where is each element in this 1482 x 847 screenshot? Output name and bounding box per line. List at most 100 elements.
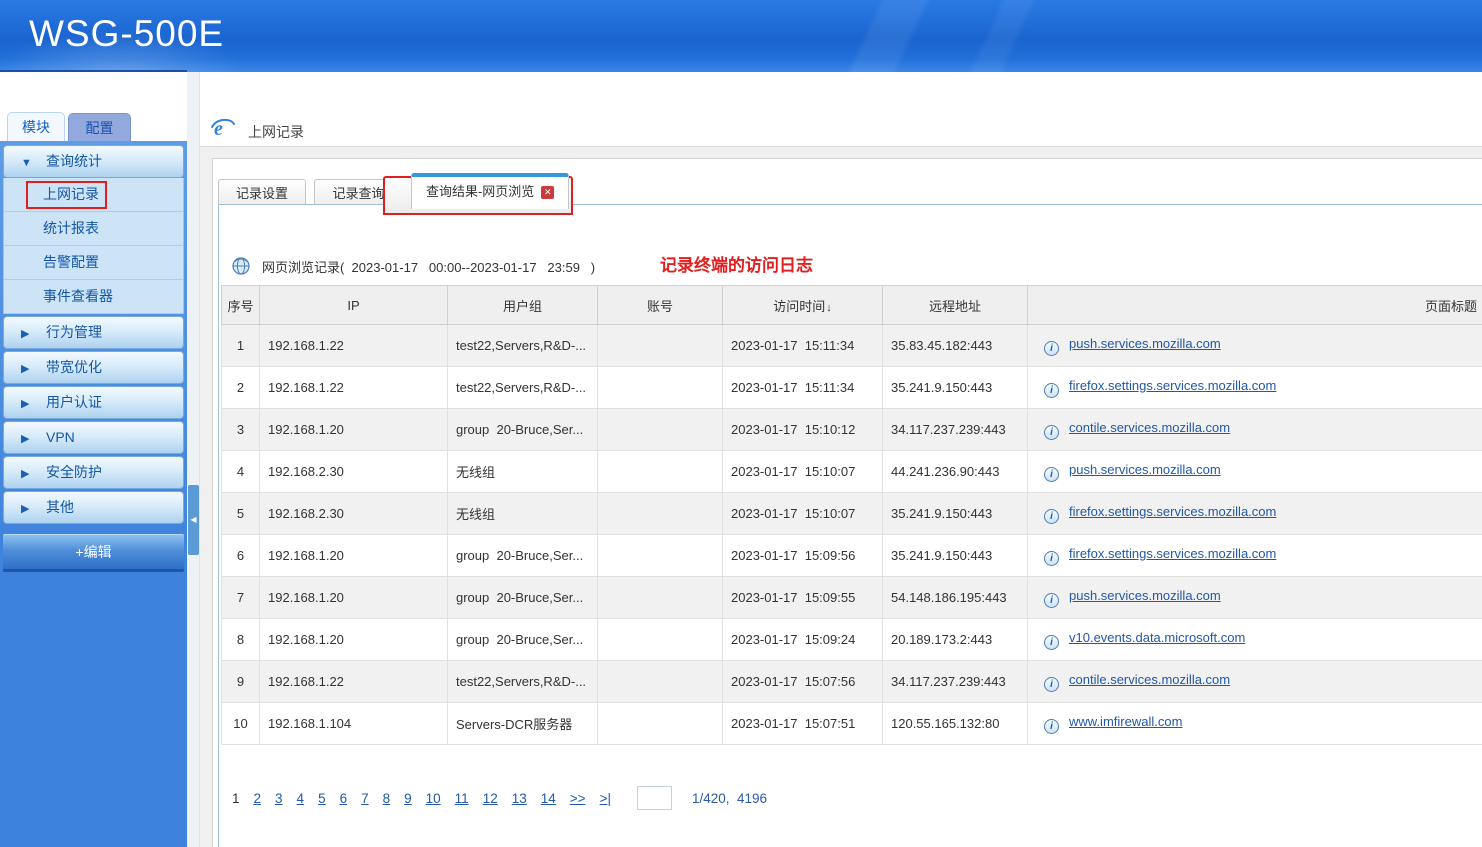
sidebar-group-label: 安全防护: [46, 464, 102, 480]
page-link[interactable]: 6: [340, 791, 348, 806]
col-header-page-title[interactable]: 页面标题: [1028, 286, 1482, 325]
cell-access-time: 2023-01-17 15:09:24: [723, 619, 883, 661]
page-title-link[interactable]: firefox.settings.services.mozilla.com: [1069, 504, 1276, 519]
page-link[interactable]: 12: [483, 791, 498, 806]
cell-page-title: i push.services.mozilla.com: [1028, 325, 1482, 367]
page-title-link[interactable]: push.services.mozilla.com: [1069, 462, 1221, 477]
table-body: 1 192.168.1.22 test22,Servers,R&D-... 20…: [222, 325, 1482, 745]
record-period-label: 网页浏览记录( 2023-01-17 00:00--2023-01-17 23:…: [262, 257, 595, 276]
page-title-link[interactable]: push.services.mozilla.com: [1069, 588, 1221, 603]
sidebar-item-internet-records[interactable]: 上网记录: [4, 178, 183, 212]
cell-ip: 192.168.1.20: [260, 619, 448, 661]
cell-user-group: group 20-Bruce,Ser...: [448, 409, 598, 451]
sidebar-tab-config[interactable]: 配置: [68, 113, 131, 141]
sidebar-group-query-stats[interactable]: ▼ 查询统计: [3, 145, 184, 178]
cell-account: [598, 535, 723, 577]
page-title-link[interactable]: contile.services.mozilla.com: [1069, 420, 1230, 435]
page-title: 上网记录: [248, 122, 304, 142]
page-link[interactable]: 10: [426, 791, 441, 806]
col-header-ip[interactable]: IP: [260, 286, 448, 325]
page-title-link[interactable]: v10.events.data.microsoft.com: [1069, 630, 1245, 645]
sidebar-group-label: 其他: [46, 499, 74, 515]
page-link[interactable]: 8: [383, 791, 391, 806]
sidebar-collapsed-groups: ▶行为管理 ▶带宽优化 ▶ 用户认证 ▶VPN ▶ 安全防护: [0, 316, 187, 524]
page-link[interactable]: 11: [455, 791, 469, 806]
sidebar-group-label: 查询统计: [46, 153, 102, 169]
sidebar-menu: ▼查询统计 上网记录 统计报表 告警配置 事件查看器 ▶行为管理 ▶带宽优化: [0, 141, 187, 847]
cell-ip: 192.168.1.20: [260, 535, 448, 577]
sidebar-group[interactable]: ▶其他: [3, 491, 184, 524]
sidebar-item-statistics-report[interactable]: 统计报表: [4, 212, 183, 246]
col-header-user-group[interactable]: 用户组: [448, 286, 598, 325]
sidebar-group-label: 带宽优化: [46, 359, 102, 375]
cell-remote-address: 35.241.9.150:443: [883, 493, 1028, 535]
page-link[interactable]: 4: [297, 791, 305, 806]
table-row: 8 192.168.1.20 group 20-Bruce,Ser... 202…: [222, 619, 1482, 661]
cell-user-group: test22,Servers,R&D-...: [448, 661, 598, 703]
page-link[interactable]: 3: [275, 791, 283, 806]
page-link[interactable]: >>: [570, 791, 586, 806]
globe-icon: [232, 257, 250, 275]
cell-account: [598, 703, 723, 745]
page-links: 1 2 3 4 5 6 7: [232, 791, 611, 806]
col-header-remote-address[interactable]: 远程地址: [883, 286, 1028, 325]
info-icon: i: [1044, 551, 1059, 566]
content-panel: 记录设置 记录查询 查询结果-网页浏览✕ 网页浏览记录( 2023-01-17 …: [212, 158, 1482, 847]
cell-ip: 192.168.1.20: [260, 577, 448, 619]
tab-label: 查询结果-网页浏览: [426, 184, 534, 199]
cell-page-title: iv10.events.data.microsoft.com: [1028, 619, 1482, 661]
page-title-link[interactable]: contile.services.mozilla.com: [1069, 672, 1230, 687]
sidebar-item-event-viewer[interactable]: 事件查看器: [4, 280, 183, 314]
close-tab-icon[interactable]: ✕: [541, 186, 554, 199]
sidebar-group[interactable]: ▶VPN: [3, 421, 184, 454]
cell-account: [598, 661, 723, 703]
page-title-link[interactable]: firefox.settings.services.mozilla.com: [1069, 546, 1276, 561]
triangle-right-icon: ▶: [21, 459, 35, 490]
cell-no: 3: [222, 409, 260, 451]
sidebar-collapse-handle[interactable]: ◀: [188, 485, 199, 555]
page-link[interactable]: 14: [541, 791, 556, 806]
sidebar-group[interactable]: ▶ 用户认证: [3, 386, 184, 419]
sidebar-group[interactable]: ▶带宽优化: [3, 351, 184, 384]
edit-button[interactable]: +编辑: [3, 534, 184, 572]
sidebar-tab-modules[interactable]: 模块: [7, 112, 65, 141]
page-link[interactable]: 13: [512, 791, 527, 806]
page-link[interactable]: 1: [232, 791, 240, 806]
page-status: 1/420, 4196: [692, 791, 767, 806]
records-table: 序号 IP 用户组 账号 访问时间↓ 远程地址 页面标题: [221, 285, 1482, 745]
page-number-input[interactable]: [637, 786, 672, 810]
cell-access-time: 2023-01-17 15:10:07: [723, 493, 883, 535]
page-title-link[interactable]: push.services.mozilla.com: [1069, 336, 1221, 351]
cell-user-group: test22,Servers,R&D-...: [448, 367, 598, 409]
cell-account: [598, 493, 723, 535]
sidebar-group[interactable]: ▶行为管理: [3, 316, 184, 349]
page-link[interactable]: >|: [600, 791, 611, 806]
cell-page-title: i contile.services.mozilla.com: [1028, 661, 1482, 703]
sidebar-group[interactable]: ▶ 安全防护: [3, 456, 184, 489]
sidebar-group-label: 用户认证: [46, 394, 102, 410]
cell-ip: 192.168.2.30: [260, 451, 448, 493]
page-link[interactable]: 5: [318, 791, 326, 806]
table-header-row: 序号 IP 用户组 账号 访问时间↓ 远程地址 页面标题: [222, 286, 1482, 325]
cell-account: [598, 451, 723, 493]
sidebar: 模块 配置 ▼ 查询统计 上网记录 统计报表 告警配置 事件查看器 ▶行为管理: [0, 72, 187, 847]
col-header-access-time[interactable]: 访问时间↓: [723, 286, 883, 325]
cell-access-time: 2023-01-17 15:10:12: [723, 409, 883, 451]
page-link[interactable]: 7: [361, 791, 369, 806]
page-title-link[interactable]: firefox.settings.services.mozilla.com: [1069, 378, 1276, 393]
sidebar-item-alarm-config[interactable]: 告警配置: [4, 246, 183, 280]
info-icon: i: [1044, 677, 1059, 692]
tab-query-result-web-browsing[interactable]: 查询结果-网页浏览 ✕: [411, 173, 569, 209]
page-link[interactable]: 2: [254, 791, 262, 806]
triangle-right-icon: ▶: [21, 389, 35, 420]
info-icon: i: [1044, 509, 1059, 524]
cell-account: [598, 619, 723, 661]
col-header-account[interactable]: 账号: [598, 286, 723, 325]
page-link[interactable]: 9: [404, 791, 412, 806]
table-row: 10 192.168.1.104 Servers-DCR服务器 2023-01-…: [222, 703, 1482, 745]
table-row: 9 192.168.1.22 test22,Servers,R&D-... 20…: [222, 661, 1482, 703]
page-title-link[interactable]: www.imfirewall.com: [1069, 714, 1182, 729]
info-icon: i: [1044, 341, 1059, 356]
cell-user-group: 无线组: [448, 493, 598, 535]
triangle-down-icon: ▼: [21, 148, 35, 179]
